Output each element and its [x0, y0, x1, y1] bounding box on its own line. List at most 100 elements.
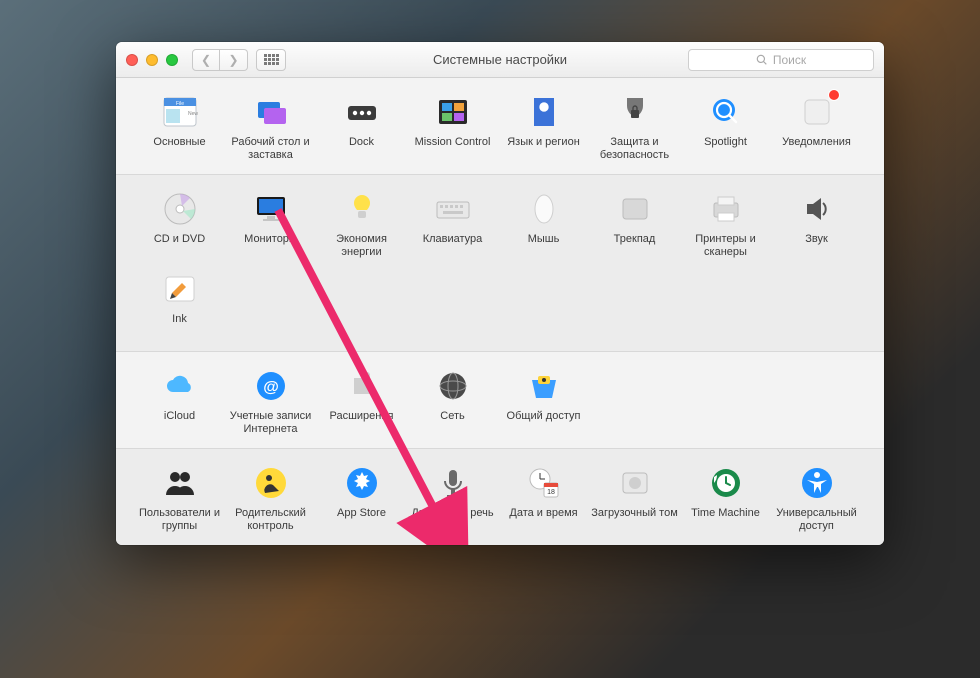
pref-network[interactable]: Сеть [407, 366, 498, 436]
security-icon [615, 92, 655, 132]
pref-label: Spotlight [704, 136, 747, 162]
pref-label: Дата и время [509, 507, 577, 533]
close-button[interactable] [126, 54, 138, 66]
pref-label: Расширения [330, 410, 394, 436]
parental-icon [251, 463, 291, 503]
pref-label: Общий доступ [507, 410, 581, 436]
dictation-icon [433, 463, 473, 503]
prefs-section: Пользователи и группыРодительский контро… [116, 448, 884, 545]
language-icon [524, 92, 564, 132]
svg-text:@: @ [263, 379, 279, 396]
pref-label: Mission Control [415, 136, 491, 162]
pref-parental[interactable]: Родительский контроль [225, 463, 316, 533]
pref-label: Универсальный доступ [771, 507, 862, 533]
pref-accessibility[interactable]: Универсальный доступ [771, 463, 862, 533]
prefs-row: Ink [134, 269, 866, 339]
pref-label: CD и DVD [154, 233, 205, 259]
pref-label: Трекпад [614, 233, 656, 259]
pref-users[interactable]: Пользователи и группы [134, 463, 225, 533]
energy-icon [342, 189, 382, 229]
spotlight-icon [706, 92, 746, 132]
minimize-button[interactable] [146, 54, 158, 66]
keyboard-icon [433, 189, 473, 229]
pref-appstore[interactable]: App Store [316, 463, 407, 533]
search-field[interactable]: Поиск [688, 49, 874, 71]
dock-icon [342, 92, 382, 132]
pref-internet[interactable]: @ Учетные записи Интернета [225, 366, 316, 436]
pref-label: Мониторы [244, 233, 297, 259]
pref-printers[interactable]: Принтеры и сканеры [680, 189, 771, 259]
pref-sharing[interactable]: Общий доступ [498, 366, 589, 436]
notifications-icon [797, 92, 837, 132]
prefs-row: CD и DVD Мониторы Экономия энергииКлавиату… [134, 189, 866, 259]
pref-icloud[interactable]: iCloud [134, 366, 225, 436]
prefs-section: CD и DVD Мониторы Экономия энергииКлавиату… [116, 174, 884, 351]
search-placeholder: Поиск [773, 53, 806, 67]
forward-button[interactable]: ❯ [220, 49, 248, 71]
pref-keyboard[interactable]: Клавиатура [407, 189, 498, 259]
pref-sound[interactable]: Звук [771, 189, 862, 259]
pref-label: Уведомления [782, 136, 851, 162]
prefs-section: FileNew Основные Рабочий стол и заставкаDo… [116, 78, 884, 174]
pref-dock[interactable]: Dock [316, 92, 407, 162]
nav-buttons: ❮ ❯ [192, 49, 248, 71]
pref-datetime[interactable]: 18 Дата и время [498, 463, 589, 533]
pref-spotlight[interactable]: Spotlight [680, 92, 771, 162]
pref-label: Рабочий стол и заставка [225, 136, 316, 162]
extensions-icon [342, 366, 382, 406]
pref-general[interactable]: FileNew Основные [134, 92, 225, 162]
grid-icon [264, 54, 279, 65]
desktop-icon [251, 92, 291, 132]
pref-trackpad[interactable]: Трекпад [589, 189, 680, 259]
pref-label: Учетные записи Интернета [225, 410, 316, 436]
chevron-right-icon: ❯ [228, 53, 238, 67]
pref-security[interactable]: Защита и безопасность [589, 92, 680, 162]
pref-label: Родительский контроль [225, 507, 316, 533]
pref-startup[interactable]: Загрузочный том [589, 463, 680, 533]
back-button[interactable]: ❮ [192, 49, 220, 71]
pref-mouse[interactable]: Мышь [498, 189, 589, 259]
accessibility-icon [797, 463, 837, 503]
users-icon [160, 463, 200, 503]
prefs-row: FileNew Основные Рабочий стол и заставкаDo… [134, 92, 866, 162]
pref-cddvd[interactable]: CD и DVD [134, 189, 225, 259]
pref-label: iCloud [164, 410, 195, 436]
pref-dictation[interactable]: Диктовка и речь [407, 463, 498, 533]
pref-extensions[interactable]: Расширения [316, 366, 407, 436]
network-icon [433, 366, 473, 406]
traffic-lights [126, 54, 178, 66]
startup-icon [615, 463, 655, 503]
prefs-row: iCloud @ Учетные записи Интернета Расширени… [134, 366, 866, 436]
pref-label: App Store [337, 507, 386, 533]
displays-icon [251, 189, 291, 229]
pref-notifications[interactable]: Уведомления [771, 92, 862, 162]
pref-timemachine[interactable]: Time Machine [680, 463, 771, 533]
pref-label: Защита и безопасность [589, 136, 680, 162]
show-all-button[interactable] [256, 49, 286, 71]
pref-displays[interactable]: Мониторы [225, 189, 316, 259]
pref-label: Язык и регион [507, 136, 580, 162]
svg-text:New: New [188, 111, 198, 117]
chevron-left-icon: ❮ [201, 53, 211, 67]
mission-icon [433, 92, 473, 132]
pref-label: Time Machine [691, 507, 760, 533]
pref-energy[interactable]: Экономия энергии [316, 189, 407, 259]
pref-ink[interactable]: Ink [134, 269, 225, 339]
timemachine-icon [706, 463, 746, 503]
pref-mission[interactable]: Mission Control [407, 92, 498, 162]
cddvd-icon [160, 189, 200, 229]
prefs-section: iCloud @ Учетные записи Интернета Расширени… [116, 351, 884, 448]
system-preferences-window: ❮ ❯ Системные настройки Поиск FileNewОсн… [116, 42, 884, 545]
icloud-icon [160, 366, 200, 406]
pref-desktop[interactable]: Рабочий стол и заставка [225, 92, 316, 162]
internet-icon: @ [251, 366, 291, 406]
general-icon: FileNew [160, 92, 200, 132]
pref-label: Загрузочный том [591, 507, 678, 533]
notification-badge [828, 89, 840, 101]
pref-language[interactable]: Язык и регион [498, 92, 589, 162]
datetime-icon: 18 [524, 463, 564, 503]
pref-label: Основные [153, 136, 205, 162]
prefs-row: Пользователи и группыРодительский контро… [134, 463, 866, 533]
pref-label: Сеть [440, 410, 464, 436]
zoom-button[interactable] [166, 54, 178, 66]
